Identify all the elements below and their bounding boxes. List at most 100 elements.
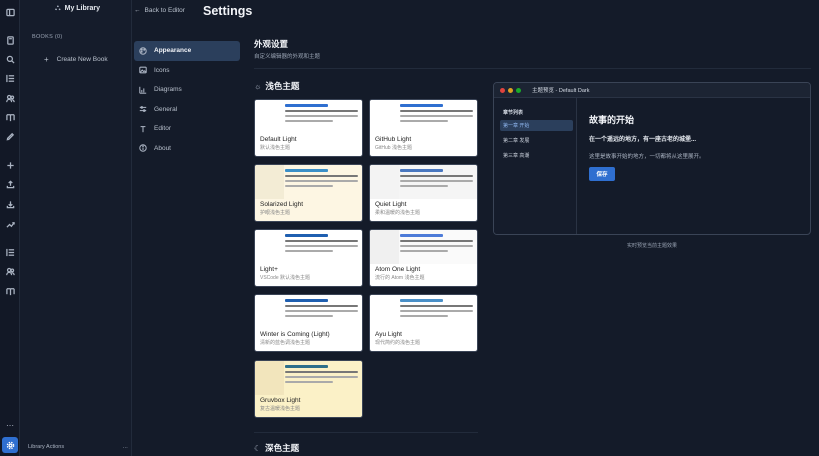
theme-swatch-sidebar (255, 295, 284, 329)
divider (254, 68, 811, 69)
theme-card[interactable]: Atom One Light 流行的 Atom 浅色主题 (369, 229, 478, 287)
theme-card[interactable]: Ayu Light 现代简约的浅色主题 (369, 294, 478, 352)
plus-icon[interactable] (4, 159, 16, 171)
theme-swatch-line (285, 310, 358, 312)
palette-icon (139, 47, 147, 55)
theme-swatch-line (285, 115, 358, 117)
settings-nav-about[interactable]: About (134, 139, 240, 159)
light-themes-heading: ☼ 浅色主题 (254, 80, 299, 92)
back-to-editor-label: Back to Editor (144, 7, 185, 14)
theme-swatch-sidebar (255, 165, 284, 199)
users-icon[interactable] (4, 265, 16, 277)
settings-nav: Appearance Icons Diagrams General Editor Abou… (134, 41, 240, 158)
theme-swatch-line (285, 250, 333, 252)
theme-swatch-line (285, 234, 328, 237)
theme-swatch-line (285, 315, 333, 317)
library-panel: ⛬ My Library BOOKS (0) + Create New Book… (20, 0, 132, 456)
image-icon (139, 66, 147, 74)
page-title: Settings (203, 4, 253, 18)
theme-swatch-line (400, 104, 443, 107)
library-icon: ⛬ (55, 3, 61, 12)
settings-nav-general[interactable]: General (134, 100, 240, 120)
theme-card[interactable]: GitHub Light GitHub 浅色主题 (369, 99, 478, 157)
create-new-book-label: Create New Book (56, 56, 108, 63)
back-to-editor-link[interactable]: ← Back to Editor (134, 7, 185, 14)
theme-preview: 主题预览 - Default Dark 章节列表 第一章 开始 第二章 发展 第… (493, 82, 811, 235)
theme-swatch-line (400, 180, 473, 182)
theme-swatch-line (400, 169, 443, 172)
settings-gear-icon[interactable] (2, 437, 18, 453)
sun-icon: ☼ (254, 81, 262, 91)
download-icon[interactable] (4, 198, 16, 210)
theme-name: Default Light (260, 136, 297, 143)
theme-swatch-line (285, 185, 333, 187)
appearance-subtitle: 自定义编辑器的外观和主题 (254, 54, 321, 60)
theme-name: Winter is Coming (Light) (260, 331, 330, 338)
more-icon[interactable]: ⋯ (4, 419, 16, 431)
settings-nav-label: Diagrams (154, 86, 182, 94)
dark-themes-label: 深色主题 (265, 443, 300, 453)
theme-description: 流行的 Atom 浅色主题 (375, 275, 425, 281)
settings-nav-icons[interactable]: Icons (134, 61, 240, 81)
characters-icon[interactable] (4, 92, 16, 104)
theme-name: Quiet Light (375, 201, 407, 208)
theme-swatch-sidebar (370, 295, 399, 329)
books-count-label: BOOKS (0) (32, 34, 63, 40)
outline-icon[interactable] (4, 72, 16, 84)
appearance-title: 外观设置 (254, 39, 289, 49)
settings-nav-diagrams[interactable]: Diagrams (134, 80, 240, 100)
theme-name: GitHub Light (375, 136, 412, 143)
minimize-dot-icon (508, 87, 513, 93)
theme-name: Light+ (260, 266, 278, 273)
plus-icon: + (44, 55, 49, 64)
theme-card[interactable]: Default Light 默认浅色主题 (254, 99, 363, 157)
trending-icon[interactable] (4, 218, 16, 230)
theme-description: 护眼浅色主题 (260, 210, 291, 216)
theme-card[interactable]: Winter is Coming (Light) 清新的蓝色调浅色主题 (254, 294, 363, 352)
theme-card[interactable]: Gruvbox Light 复古温暖浅色主题 (254, 360, 363, 418)
library-actions-label: Library Actions (28, 444, 65, 450)
theme-swatch-line (285, 120, 333, 122)
settings-nav-appearance[interactable]: Appearance (134, 41, 240, 61)
theme-swatch-line (400, 245, 473, 247)
theme-swatch-sidebar (255, 361, 284, 395)
theme-name: Atom One Light (375, 266, 421, 273)
sidebar-toggle-icon[interactable] (4, 6, 16, 18)
create-new-book-button[interactable]: + Create New Book (44, 55, 108, 64)
outline-icon-2[interactable] (4, 246, 16, 258)
settings-nav-label: Icons (154, 66, 170, 74)
theme-description: GitHub 浅色主题 (375, 145, 412, 151)
open-book-icon-2[interactable] (4, 285, 16, 297)
book-icon[interactable] (4, 34, 16, 46)
theme-swatch-line (285, 175, 358, 177)
theme-swatch-sidebar (370, 165, 399, 199)
theme-swatch-line (400, 240, 473, 242)
theme-name: Gruvbox Light (260, 397, 301, 404)
preview-window-title: 主题预览 - Default Dark (532, 88, 590, 94)
library-title[interactable]: ⛬ My Library (55, 3, 100, 13)
library-actions-more-icon[interactable]: … (123, 444, 129, 450)
sliders-icon (139, 105, 147, 113)
theme-description: 现代简约的浅色主题 (375, 340, 421, 346)
theme-swatch-line (400, 110, 473, 112)
theme-card[interactable]: Solarized Light 护眼浅色主题 (254, 164, 363, 222)
settings-nav-editor[interactable]: Editor (134, 119, 240, 139)
preview-content: 故事的开始 在一个遥远的地方，有一座古老的城堡... 这里是故事开始的地方，一切… (589, 113, 705, 181)
theme-card[interactable]: Quiet Light 柔和温暖的浅色主题 (369, 164, 478, 222)
theme-swatch-sidebar (370, 100, 399, 134)
theme-card[interactable]: Light+ VSCode 默认浅色主题 (254, 229, 363, 287)
theme-swatch-line (285, 365, 328, 368)
theme-swatch-line (400, 310, 473, 312)
preview-sidebar-heading: 章节列表 (503, 110, 524, 116)
search-icon[interactable] (4, 53, 16, 65)
theme-swatch-line (285, 240, 358, 242)
open-book-icon[interactable] (4, 111, 16, 123)
pencil-icon[interactable] (4, 130, 16, 142)
upload-icon[interactable] (4, 178, 16, 190)
info-icon (139, 144, 147, 152)
theme-swatch-line (400, 305, 473, 307)
chart-icon (139, 86, 147, 94)
preview-caption: 实时预览当前主题效果 (626, 243, 677, 249)
library-actions[interactable]: Library Actions … (28, 444, 128, 450)
moon-icon: ☾ (254, 443, 262, 453)
